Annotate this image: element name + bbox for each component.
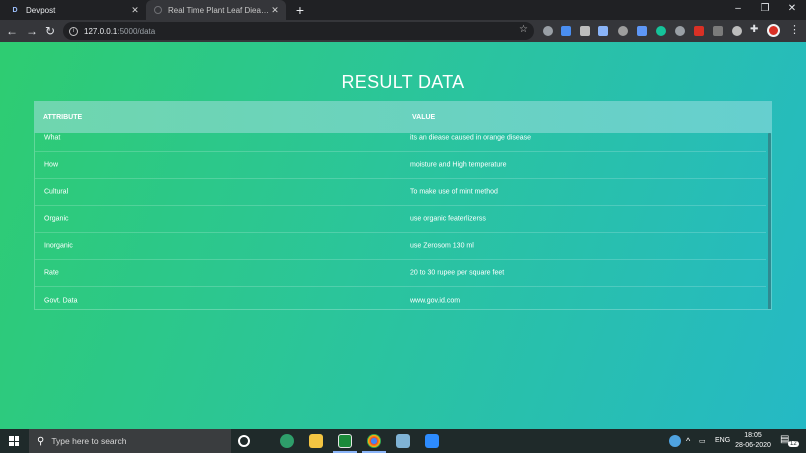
forward-button[interactable]: → [24, 23, 40, 39]
value-cell: 20 to 30 rupee per square feet [410, 269, 505, 277]
close-window-button[interactable]: ✕ [778, 0, 806, 20]
url-path: :5000/data [117, 26, 156, 36]
table-row: Govt. Data www.gov.id.com [35, 287, 766, 309]
extension-icon[interactable] [713, 26, 723, 36]
attribute-cell: Govt. Data [44, 297, 78, 304]
pycharm-icon[interactable] [338, 434, 352, 448]
value-cell: its an diease caused in orange disease [410, 134, 532, 142]
loading-icon [154, 6, 162, 14]
table-row: How moisture and High temperature [35, 152, 766, 179]
notification-count-badge: 12 [788, 441, 799, 447]
table-row: Inorganic use Zerosom 130 ml [35, 233, 766, 260]
column-header-attribute: ATTRIBUTE [43, 113, 83, 121]
zoom-icon[interactable] [425, 434, 439, 448]
grammarly-icon[interactable] [656, 26, 666, 36]
browser-toolbar: ← → ↻ i 127.0.0.1 :5000/data ☆ ✚ ⋮ [0, 20, 806, 42]
close-tab-icon[interactable]: ✕ [130, 5, 140, 16]
table-row: Cultural To make use of mint method [35, 179, 766, 206]
file-explorer-icon[interactable] [309, 434, 323, 448]
table-header: ATTRIBUTE VALUE [34, 101, 772, 133]
taskbar: ⚲ Type here to search ^ ▭ ENG 18:05 28-0… [0, 429, 806, 453]
bookmark-star-icon[interactable]: ☆ [519, 24, 528, 35]
minimize-button[interactable]: – [724, 0, 752, 20]
table-row: Rate 20 to 30 rupee per square feet [35, 260, 766, 287]
extension-icon[interactable] [675, 26, 685, 36]
search-icon: ⚲ [37, 435, 45, 447]
table-body[interactable]: What its an diease caused in orange dise… [34, 133, 772, 310]
taskbar-search-box[interactable]: ⚲ Type here to search [29, 429, 231, 453]
site-info-icon[interactable]: i [69, 26, 78, 36]
search-placeholder: Type here to search [51, 436, 127, 446]
devpost-favicon-icon: D [12, 6, 18, 14]
tab-title: Devpost [26, 5, 56, 15]
tab-title: Real Time Plant Leaf Diease Dete [168, 5, 270, 15]
tab-devpost[interactable]: D Devpost ✕ [4, 0, 146, 20]
column-header-value: VALUE [412, 113, 436, 121]
value-cell: www.gov.id.com [410, 297, 461, 304]
gmail-icon[interactable] [694, 26, 704, 36]
attribute-cell: Organic [44, 215, 69, 223]
page-content: RESULT DATA ATTRIBUTE VALUE What its an … [0, 42, 806, 429]
language-indicator[interactable]: ENG [715, 437, 730, 444]
back-button[interactable]: ← [4, 23, 20, 39]
attribute-cell: Rate [44, 269, 59, 277]
extensions-puzzle-icon[interactable]: ✚ [750, 25, 760, 35]
value-cell: use organic featerlizerss [410, 215, 486, 223]
value-cell: To make use of mint method [410, 188, 498, 196]
close-tab-icon[interactable]: ✕ [270, 5, 280, 16]
address-bar[interactable]: i 127.0.0.1 :5000/data ☆ [63, 22, 534, 40]
cortana-icon[interactable] [238, 435, 250, 447]
attribute-cell: How [44, 161, 59, 169]
extension-icon[interactable] [543, 26, 553, 36]
app-icon[interactable] [280, 434, 294, 448]
windows-logo-icon [9, 436, 19, 446]
clock-date[interactable]: 28-06-2020 [734, 442, 772, 449]
start-button[interactable] [0, 429, 28, 453]
tab-plant-disease[interactable]: Real Time Plant Leaf Diease Dete ✕ [146, 0, 286, 20]
attribute-cell: What [44, 134, 61, 142]
chrome-icon[interactable] [367, 434, 381, 448]
extension-icon[interactable] [561, 26, 571, 36]
page-title: RESULT DATA [341, 72, 465, 92]
scrollbar-thumb[interactable] [768, 133, 771, 309]
extension-icon[interactable] [580, 26, 590, 36]
profile-avatar[interactable] [767, 24, 780, 37]
browser-menu-icon[interactable]: ⋮ [789, 23, 800, 36]
tray-app-icon[interactable] [669, 435, 681, 447]
attribute-cell: Cultural [44, 188, 69, 196]
reload-button[interactable]: ↻ [42, 23, 58, 39]
network-icon[interactable]: ▭ [699, 437, 706, 445]
extension-icon[interactable] [598, 26, 608, 36]
value-cell: moisture and High temperature [410, 161, 507, 169]
table-row: Organic use organic featerlizerss [35, 206, 766, 233]
tray-expand-icon[interactable]: ^ [686, 436, 690, 446]
attribute-cell: Inorganic [44, 242, 73, 250]
table-scrollbar[interactable] [767, 133, 771, 309]
app-icon[interactable] [396, 434, 410, 448]
url-host: 127.0.0.1 [84, 26, 118, 36]
table-row: What its an diease caused in orange dise… [35, 133, 766, 152]
new-tab-button[interactable]: + [292, 2, 308, 18]
clock-time[interactable]: 18:05 [736, 432, 770, 439]
maximize-button[interactable]: ❐ [751, 0, 779, 20]
extension-icon[interactable] [618, 26, 628, 36]
extension-icon[interactable] [637, 26, 647, 36]
value-cell: use Zerosom 130 ml [410, 242, 474, 250]
tab-strip: D Devpost ✕ Real Time Plant Leaf Diease … [0, 0, 806, 20]
extension-icon[interactable] [732, 26, 742, 36]
